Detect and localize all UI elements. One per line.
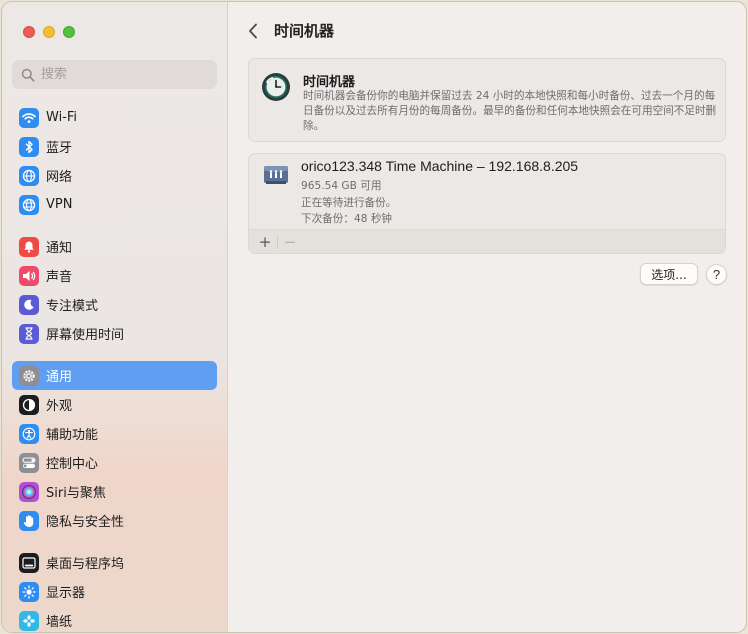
remove-disk-button[interactable]: − xyxy=(280,232,300,252)
info-description: 时间机器会备份你的电脑并保留过去 24 小时的本地快照和每小时备份、过去一个月的… xyxy=(303,90,717,132)
minimize-window-button[interactable] xyxy=(43,26,55,38)
sidebar-item-label: 网络 xyxy=(46,170,73,185)
sidebar-item-label: 外观 xyxy=(46,399,73,414)
sidebar-item-wallpaper[interactable]: 墙纸 xyxy=(12,606,217,632)
appearance-icon xyxy=(19,394,39,415)
sidebar-item-label: 桌面与程序坞 xyxy=(46,557,125,572)
sidebar-item-general[interactable]: 通用 xyxy=(12,361,217,390)
disk-available: 965.54 GB 可用 xyxy=(301,180,382,192)
bell-icon xyxy=(19,236,39,257)
sidebar-item-privacy[interactable]: 隐私与安全性 xyxy=(12,506,217,535)
search-box[interactable] xyxy=(12,60,217,89)
flower-icon xyxy=(19,610,39,631)
sidebar-item-label: 声音 xyxy=(46,270,73,285)
disk-toolbar: + − xyxy=(249,229,725,253)
sidebar-group: Wi-Fi 蓝牙网络 VPN xyxy=(12,103,217,219)
sidebar-group: 桌面与程序坞 显示器墙纸 xyxy=(12,548,217,632)
sidebar-item-label: 通用 xyxy=(46,370,73,385)
toolbar-divider xyxy=(277,234,278,249)
page-title: 时间机器 xyxy=(274,22,335,40)
bluetooth-icon xyxy=(19,136,39,157)
sidebar-item-label: 专注模式 xyxy=(46,299,99,314)
sidebar-item-label: 通知 xyxy=(46,241,73,256)
sidebar-item-focus[interactable]: 专注模式 xyxy=(12,290,217,319)
sidebar-item-appearance[interactable]: 外观 xyxy=(12,390,217,419)
time-machine-icon xyxy=(262,73,290,101)
sidebar-item-label: 屏幕使用时间 xyxy=(46,328,125,343)
sidebar-item-vpn[interactable]: VPN xyxy=(12,190,217,219)
options-button[interactable]: 选项... xyxy=(640,263,698,285)
sidebar-item-accessibility[interactable]: 辅助功能 xyxy=(12,419,217,448)
wifi-icon xyxy=(19,107,39,128)
main-pane: 时间机器 时间机器 时间机器会备份你的电脑并保留过去 24 小时的本地快照和每小… xyxy=(228,2,746,632)
sidebar-item-siri[interactable]: Siri与聚焦 xyxy=(12,477,217,506)
speaker-icon xyxy=(19,265,39,286)
sidebar-group: 通知声音专注模式屏幕使用时间 xyxy=(12,232,217,348)
header: 时间机器 xyxy=(246,20,334,41)
help-button[interactable]: ? xyxy=(706,264,727,285)
hourglass-icon xyxy=(19,323,39,344)
backup-status: 正在等待进行备份。 xyxy=(301,197,397,209)
sidebar-item-desktop[interactable]: 桌面与程序坞 xyxy=(12,548,217,577)
sidebar-item-wifi[interactable]: Wi-Fi xyxy=(12,103,217,132)
backup-disk-card[interactable]: orico123.348 Time Machine – 192.168.8.20… xyxy=(248,153,726,254)
sidebar-item-network[interactable]: 网络 xyxy=(12,161,217,190)
sidebar-item-label: VPN xyxy=(46,197,73,212)
sidebar-group: 通用外观辅助功能控制中心 Siri与聚焦隐私与安全性 xyxy=(12,361,217,535)
close-window-button[interactable] xyxy=(23,26,35,38)
zoom-window-button[interactable] xyxy=(63,26,75,38)
settings-window: Wi-Fi 蓝牙网络 VPN 通知声音专注模式屏幕使用时间通用外观辅助功能控制中心 Si… xyxy=(1,1,747,633)
sidebar-item-sound[interactable]: 声音 xyxy=(12,261,217,290)
time-machine-info-card: 时间机器 时间机器会备份你的电脑并保留过去 24 小时的本地快照和每小时备份、过… xyxy=(248,58,726,142)
accessibility-icon xyxy=(19,423,39,444)
sidebar-nav: Wi-Fi 蓝牙网络 VPN 通知声音专注模式屏幕使用时间 通用外观辅助功能控制中心 Si… xyxy=(12,103,217,632)
search-icon xyxy=(21,68,35,82)
sidebar-item-label: 辅助功能 xyxy=(46,428,99,443)
sidebar-item-control-center[interactable]: 控制中心 xyxy=(12,448,217,477)
sidebar-item-label: 蓝牙 xyxy=(46,141,73,156)
dock-icon xyxy=(19,552,39,573)
moon-icon xyxy=(19,294,39,315)
gear-icon xyxy=(19,365,39,386)
sidebar-item-label: 控制中心 xyxy=(46,457,99,472)
info-title: 时间机器 xyxy=(303,75,356,90)
sidebar: Wi-Fi 蓝牙网络 VPN 通知声音专注模式屏幕使用时间通用外观辅助功能控制中心 Si… xyxy=(2,2,228,632)
sidebar-item-bluetooth[interactable]: 蓝牙 xyxy=(12,132,217,161)
siri-icon xyxy=(19,481,39,502)
sidebar-item-label: Wi-Fi xyxy=(46,110,78,125)
next-backup: 下次备份：48 秒钟 xyxy=(301,213,393,225)
chevron-left-icon xyxy=(249,23,257,38)
sidebar-item-displays[interactable]: 显示器 xyxy=(12,577,217,606)
back-button[interactable] xyxy=(246,21,260,41)
disk-name: orico123.348 Time Machine – 192.168.8.20… xyxy=(301,158,579,174)
sidebar-item-label: Siri与聚焦 xyxy=(46,486,106,501)
window-controls xyxy=(23,26,75,38)
sidebar-item-label: 显示器 xyxy=(46,586,86,601)
network-drive-icon xyxy=(264,166,288,184)
search-input[interactable] xyxy=(41,67,201,82)
sidebar-item-label: 墙纸 xyxy=(46,615,73,630)
vpn-globe-icon xyxy=(19,194,39,215)
sidebar-item-label: 隐私与安全性 xyxy=(46,515,125,530)
sidebar-item-notifications[interactable]: 通知 xyxy=(12,232,217,261)
hand-icon xyxy=(19,510,39,531)
add-disk-button[interactable]: + xyxy=(255,232,275,252)
switches-icon xyxy=(19,452,39,473)
sidebar-item-screentime[interactable]: 屏幕使用时间 xyxy=(12,319,217,348)
sun-icon xyxy=(19,581,39,602)
globe-icon xyxy=(19,165,39,186)
